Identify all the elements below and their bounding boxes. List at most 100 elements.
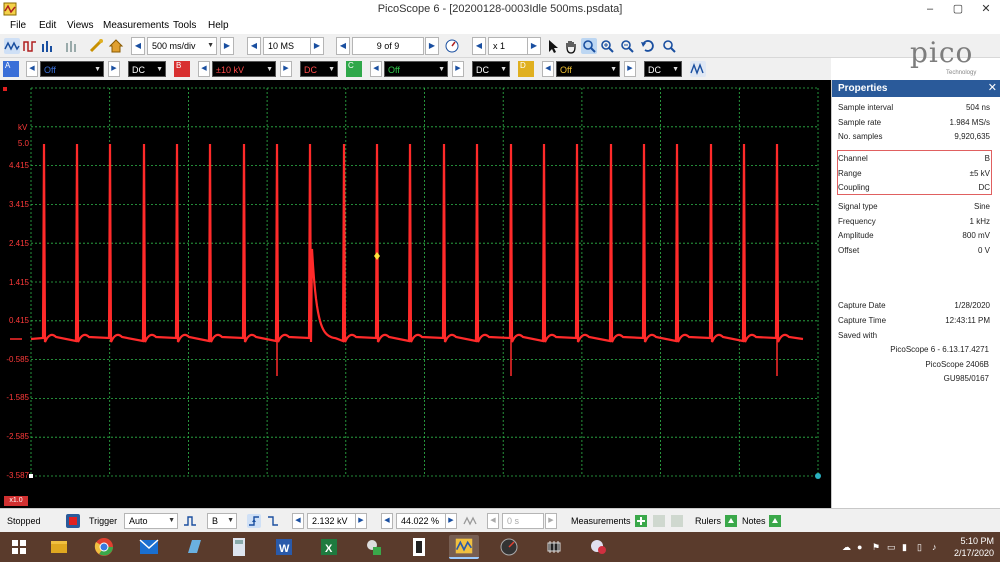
signal-tray-icon[interactable]: ▮: [902, 542, 912, 552]
flag-tray-icon[interactable]: ⚑: [872, 542, 882, 552]
waveform-plot[interactable]: [0, 80, 831, 508]
menu-edit[interactable]: Edit: [39, 20, 56, 31]
add-measurement-icon[interactable]: [634, 514, 648, 528]
close-icon[interactable]: ✕: [988, 80, 997, 97]
channel-d-tag[interactable]: D: [518, 61, 534, 77]
channel-b-coupling-select[interactable]: DC ▼: [300, 61, 338, 77]
edit-measurement-icon[interactable]: [652, 514, 666, 528]
channel-options-icon[interactable]: [690, 61, 706, 77]
zoom-select[interactable]: x 1: [488, 37, 528, 55]
advanced-trigger-icon[interactable]: [183, 514, 197, 528]
channel-a-coupling-select[interactable]: DC ▼: [128, 61, 166, 77]
buffer-overview-icon[interactable]: [444, 38, 460, 54]
channel-a-range-decrease[interactable]: ◀: [26, 61, 38, 77]
usb-tray-icon[interactable]: ▭: [887, 542, 897, 552]
buffer-next-button[interactable]: ▶: [425, 37, 439, 55]
chrome-icon[interactable]: [89, 535, 119, 559]
taskbar-clock[interactable]: 5:10 PM 2/17/2020: [954, 535, 994, 559]
delay-decrease[interactable]: ◀: [487, 513, 499, 529]
trigger-level-increase[interactable]: ▶: [355, 513, 367, 529]
channel-c-coupling-select[interactable]: DC ▼: [472, 61, 510, 77]
channel-b-range-select[interactable]: ±10 kV ▼: [212, 61, 276, 77]
channel-d-range-decrease[interactable]: ◀: [542, 61, 554, 77]
pointer-tool-icon[interactable]: [545, 38, 561, 54]
menu-help[interactable]: Help: [208, 20, 229, 31]
pretrigger-decrease[interactable]: ◀: [381, 513, 393, 529]
rulers-label[interactable]: Rulers: [695, 516, 721, 526]
undo-zoom-icon[interactable]: [639, 38, 655, 54]
hand-tool-icon[interactable]: [563, 38, 579, 54]
volume-tray-icon[interactable]: ♪: [932, 542, 942, 552]
chip-app-icon[interactable]: [539, 535, 569, 559]
mail-icon[interactable]: [134, 535, 164, 559]
trigger-level-decrease[interactable]: ◀: [292, 513, 304, 529]
channel-c-range-decrease[interactable]: ◀: [370, 61, 382, 77]
rulers-icon[interactable]: [724, 514, 738, 528]
notes-label[interactable]: Notes: [742, 516, 766, 526]
spectrum-mode-icon[interactable]: [40, 38, 56, 54]
tools-app-icon[interactable]: [359, 535, 389, 559]
notes-icon[interactable]: [768, 514, 782, 528]
calculator-icon[interactable]: [224, 535, 254, 559]
channel-a-range-increase[interactable]: ▶: [108, 61, 120, 77]
persistence-mode-icon[interactable]: [22, 38, 38, 54]
close-window-button[interactable]: ✕: [972, 0, 1000, 18]
excel-icon[interactable]: X: [314, 535, 344, 559]
trigger-channel-select[interactable]: B ▼: [207, 513, 237, 529]
menu-tools[interactable]: Tools: [173, 20, 196, 31]
pretrigger-increase[interactable]: ▶: [445, 513, 457, 529]
menu-measurements[interactable]: Measurements: [103, 20, 169, 31]
channel-b-range-decrease[interactable]: ◀: [198, 61, 210, 77]
notepad-icon[interactable]: [179, 535, 209, 559]
channel-d-range-increase[interactable]: ▶: [624, 61, 636, 77]
channel-c-range-select[interactable]: Off ▼: [384, 61, 448, 77]
home-icon[interactable]: [108, 38, 124, 54]
snipping-app-icon[interactable]: [584, 535, 614, 559]
maximize-button[interactable]: ▢: [944, 0, 972, 18]
buffer-navigator[interactable]: 9 of 9: [352, 37, 424, 55]
zoom-area-icon[interactable]: [581, 38, 597, 54]
menu-file[interactable]: File: [10, 20, 26, 31]
math-channels-icon[interactable]: [64, 38, 80, 54]
delay-increase[interactable]: ▶: [545, 513, 557, 529]
delay-icon[interactable]: [463, 514, 477, 528]
channel-d-range-select[interactable]: Off ▼: [556, 61, 620, 77]
cloud-tray-icon[interactable]: ☁: [842, 542, 852, 552]
samples-increase-button[interactable]: ▶: [310, 37, 324, 55]
probe-icon[interactable]: [88, 38, 104, 54]
channel-b-tag[interactable]: B: [174, 61, 190, 77]
word-icon[interactable]: W: [269, 535, 299, 559]
rising-edge-icon[interactable]: [247, 514, 261, 528]
timebase-select[interactable]: 500 ms/div ▼: [147, 37, 217, 55]
zoom-out-icon[interactable]: [619, 38, 635, 54]
stop-button-icon[interactable]: [66, 514, 80, 528]
scope-mode-icon[interactable]: [4, 38, 20, 54]
minimize-button[interactable]: –: [916, 0, 944, 18]
channel-b-range-increase[interactable]: ▶: [280, 61, 292, 77]
media-app-icon[interactable]: [494, 535, 524, 559]
battery-tray-icon[interactable]: ▯: [917, 542, 927, 552]
menu-views[interactable]: Views: [67, 20, 94, 31]
zoom-overview-icon[interactable]: [661, 38, 677, 54]
buffer-prev-button[interactable]: ◀: [336, 37, 350, 55]
trigger-mode-select[interactable]: Auto ▼: [124, 513, 178, 529]
measurements-label[interactable]: Measurements: [571, 516, 631, 526]
channel-d-coupling-select[interactable]: DC ▼: [644, 61, 682, 77]
picoscope-taskbar-icon[interactable]: [449, 535, 479, 559]
zoom-in-icon[interactable]: [599, 38, 615, 54]
zoom-increase-button[interactable]: ▶: [527, 37, 541, 55]
file-explorer-icon[interactable]: [44, 535, 74, 559]
trigger-level-field[interactable]: 2.132 kV: [307, 513, 357, 529]
channel-a-range-select[interactable]: Off ▼: [40, 61, 104, 77]
people-tray-icon[interactable]: ●: [857, 542, 867, 552]
delete-measurement-icon[interactable]: [670, 514, 684, 528]
channel-c-range-increase[interactable]: ▶: [452, 61, 464, 77]
timebase-decrease-button[interactable]: ◀: [131, 37, 145, 55]
pretrigger-field[interactable]: 44.022 %: [396, 513, 446, 529]
samples-decrease-button[interactable]: ◀: [247, 37, 261, 55]
channel-c-tag[interactable]: C: [346, 61, 362, 77]
timebase-increase-button[interactable]: ▶: [220, 37, 234, 55]
falling-edge-icon[interactable]: [266, 514, 280, 528]
delay-field[interactable]: 0 s: [502, 513, 544, 529]
windows-start-icon[interactable]: [4, 535, 34, 559]
